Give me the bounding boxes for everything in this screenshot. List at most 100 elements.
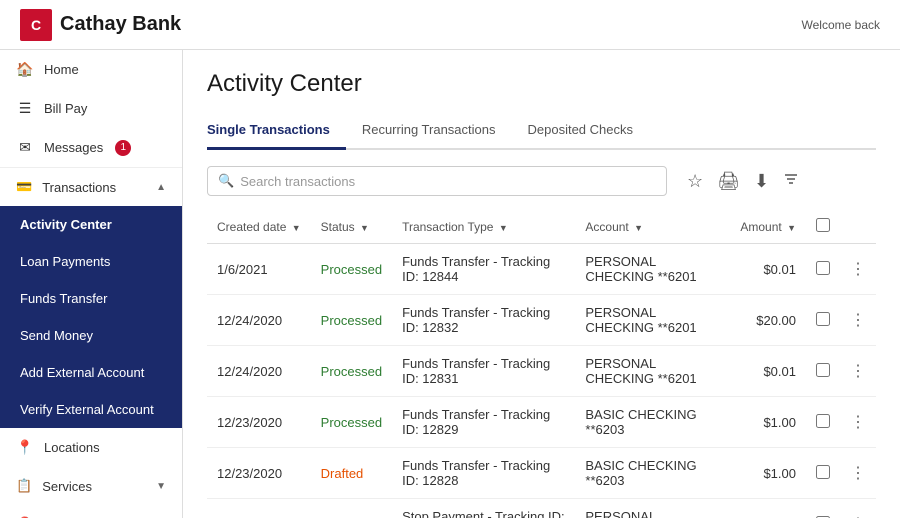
sidebar-label-transactions: Transactions — [42, 180, 116, 195]
sidebar-label-messages: Messages — [44, 140, 103, 155]
download-icon[interactable]: ⬇ — [754, 171, 769, 192]
cell-date-0: 1/6/2021 — [207, 244, 311, 295]
logo-icon: C — [20, 9, 52, 41]
messages-badge: 1 — [115, 140, 131, 156]
sidebar-label-activity-center: Activity Center — [20, 217, 112, 232]
transactions-sub-menu: Activity Center Loan Payments Funds Tran… — [0, 206, 182, 428]
table-row: 12/23/2020 Processed Stop Payment - Trac… — [207, 499, 876, 518]
cell-menu-2[interactable]: ⋮ — [840, 346, 876, 397]
cell-date-1: 12/24/2020 — [207, 295, 311, 346]
sidebar-item-add-external[interactable]: Add External Account — [0, 354, 182, 391]
cell-account-1: PERSONAL CHECKING **6201 — [575, 295, 730, 346]
bill-pay-icon: ☰ — [16, 100, 34, 117]
tab-recurring-transactions[interactable]: Recurring Transactions — [362, 114, 512, 150]
cell-account-2: PERSONAL CHECKING **6201 — [575, 346, 730, 397]
main-content: Activity Center Single Transactions Recu… — [183, 50, 900, 518]
cell-checkbox-5[interactable] — [806, 499, 840, 518]
sidebar-item-home[interactable]: 🏠 Home — [0, 50, 182, 89]
kebab-menu-3[interactable]: ⋮ — [850, 414, 866, 431]
status-sort-icon: ▼ — [360, 223, 369, 233]
kebab-menu-1[interactable]: ⋮ — [850, 312, 866, 329]
cell-type-5: Stop Payment - Tracking ID: 12826 — [392, 499, 575, 518]
col-header-account[interactable]: Account ▼ — [575, 210, 730, 244]
col-header-amount[interactable]: Amount ▼ — [730, 210, 806, 244]
account-sort-icon: ▼ — [634, 223, 643, 233]
sidebar-item-verify-external[interactable]: Verify External Account — [0, 391, 182, 428]
col-header-status[interactable]: Status ▼ — [311, 210, 392, 244]
cell-checkbox-3[interactable] — [806, 397, 840, 448]
sidebar-transactions-section: 💳 Transactions ▲ Activity Center Loan Pa… — [0, 168, 182, 428]
col-header-checkbox[interactable] — [806, 210, 840, 244]
row-checkbox-4[interactable] — [816, 465, 830, 479]
sidebar-item-services[interactable]: 📋 Services ▼ — [0, 467, 182, 505]
cell-menu-0[interactable]: ⋮ — [840, 244, 876, 295]
header: C Cathay Bank Welcome back — [0, 0, 900, 50]
col-header-type[interactable]: Transaction Type ▼ — [392, 210, 575, 244]
sidebar-item-messages[interactable]: ✉ Messages 1 — [0, 128, 182, 167]
filter-icon[interactable] — [783, 171, 799, 192]
tab-bar: Single Transactions Recurring Transactio… — [207, 114, 876, 150]
cell-checkbox-0[interactable] — [806, 244, 840, 295]
col-label-account: Account — [585, 220, 628, 234]
bank-name: Cathay Bank — [60, 13, 181, 36]
welcome-text: Welcome back — [802, 18, 880, 32]
kebab-menu-4[interactable]: ⋮ — [850, 465, 866, 482]
cell-account-4: BASIC CHECKING **6203 — [575, 448, 730, 499]
sidebar-item-funds-transfer[interactable]: Funds Transfer — [0, 280, 182, 317]
select-all-checkbox[interactable] — [816, 218, 830, 232]
table-row: 1/6/2021 Processed Funds Transfer - Trac… — [207, 244, 876, 295]
sidebar-label-locations: Locations — [44, 440, 100, 455]
sidebar-item-transactions[interactable]: 💳 Transactions ▲ — [0, 168, 182, 206]
sidebar-label-loan-payments: Loan Payments — [20, 254, 110, 269]
cell-menu-1[interactable]: ⋮ — [840, 295, 876, 346]
sidebar-item-send-money[interactable]: Send Money — [0, 317, 182, 354]
tab-single-transactions[interactable]: Single Transactions — [207, 114, 346, 150]
cell-account-3: BASIC CHECKING **6203 — [575, 397, 730, 448]
cell-checkbox-2[interactable] — [806, 346, 840, 397]
sidebar-label-verify-external: Verify External Account — [20, 402, 154, 417]
table-row: 12/24/2020 Processed Funds Transfer - Tr… — [207, 295, 876, 346]
sidebar-item-activity-center[interactable]: Activity Center — [0, 206, 182, 243]
locations-icon: 📍 — [16, 439, 34, 456]
row-checkbox-2[interactable] — [816, 363, 830, 377]
services-icon: 📋 — [16, 478, 32, 494]
print-icon[interactable]: 🖨 — [717, 171, 740, 192]
transactions-table: Created date ▼ Status ▼ Transaction Type… — [207, 210, 876, 518]
cell-type-4: Funds Transfer - Tracking ID: 12828 — [392, 448, 575, 499]
home-icon: 🏠 — [16, 61, 34, 78]
toolbar: 🔍 ☆ 🖨 ⬇ — [207, 166, 876, 196]
tab-deposited-checks[interactable]: Deposited Checks — [528, 114, 650, 150]
transactions-chevron: ▲ — [156, 182, 166, 193]
row-checkbox-3[interactable] — [816, 414, 830, 428]
sidebar-label-bill-pay: Bill Pay — [44, 101, 87, 116]
cell-amount-0: $0.01 — [730, 244, 806, 295]
table-header-row: Created date ▼ Status ▼ Transaction Type… — [207, 210, 876, 244]
cell-checkbox-1[interactable] — [806, 295, 840, 346]
sidebar-item-help[interactable]: ❓ Help — [0, 505, 182, 518]
cell-menu-5[interactable]: ⋮ — [840, 499, 876, 518]
sidebar-item-locations[interactable]: 📍 Locations — [0, 428, 182, 467]
cell-menu-3[interactable]: ⋮ — [840, 397, 876, 448]
col-label-amount: Amount — [740, 220, 781, 234]
col-label-status: Status — [321, 220, 355, 234]
bookmark-icon[interactable]: ☆ — [687, 171, 703, 192]
col-header-date[interactable]: Created date ▼ — [207, 210, 311, 244]
col-header-menu — [840, 210, 876, 244]
cell-amount-2: $0.01 — [730, 346, 806, 397]
kebab-menu-0[interactable]: ⋮ — [850, 261, 866, 278]
cell-menu-4[interactable]: ⋮ — [840, 448, 876, 499]
cell-type-1: Funds Transfer - Tracking ID: 12832 — [392, 295, 575, 346]
search-input[interactable] — [240, 174, 656, 189]
cell-status-0: Processed — [311, 244, 392, 295]
logo: C Cathay Bank — [20, 9, 181, 41]
sidebar-item-loan-payments[interactable]: Loan Payments — [0, 243, 182, 280]
kebab-menu-2[interactable]: ⋮ — [850, 363, 866, 380]
row-checkbox-0[interactable] — [816, 261, 830, 275]
sidebar-label-add-external: Add External Account — [20, 365, 144, 380]
cell-checkbox-4[interactable] — [806, 448, 840, 499]
row-checkbox-1[interactable] — [816, 312, 830, 326]
sidebar-item-bill-pay[interactable]: ☰ Bill Pay — [0, 89, 182, 128]
col-label-date: Created date — [217, 220, 286, 234]
cell-amount-5: $0.00 — [730, 499, 806, 518]
search-box[interactable]: 🔍 — [207, 166, 667, 196]
